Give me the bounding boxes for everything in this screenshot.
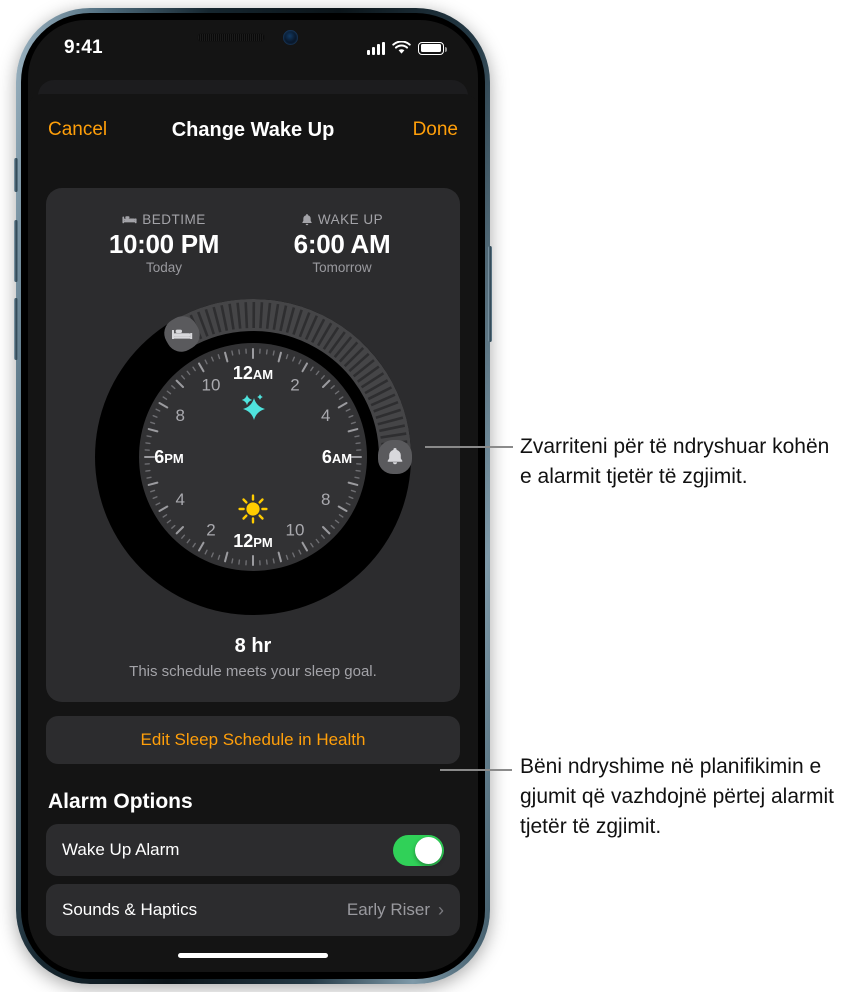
volume-up-button[interactable] — [14, 220, 18, 282]
wakeup-block[interactable]: WAKE UP 6:00 AM Tomorrow — [282, 212, 402, 275]
svg-text:4: 4 — [176, 490, 185, 509]
sleep-duration: 8 hr — [234, 635, 272, 658]
callout-leader-line-2 — [440, 769, 512, 771]
callout-leader-line-1 — [425, 446, 513, 448]
svg-text:2: 2 — [206, 521, 215, 540]
toggle-knob — [415, 836, 442, 864]
sounds-haptics-value: Early Riser — [346, 900, 430, 920]
sheet-navbar: Cancel Change Wake Up Done — [28, 94, 478, 166]
iphone-device: 9:41 Cancel Change Wake Up Done BEDTIME … — [14, 8, 492, 984]
wake-up-alarm-toggle[interactable] — [393, 834, 444, 866]
bedtime-value: 10:00 PM — [108, 229, 220, 259]
wake-up-alarm-label: Wake Up Alarm — [62, 840, 180, 860]
cancel-button[interactable]: Cancel — [48, 119, 107, 141]
sounds-haptics-row[interactable]: Sounds & Haptics Early Riser › — [46, 884, 460, 937]
wakeup-header: WAKE UP — [282, 212, 402, 227]
svg-text:8: 8 — [321, 490, 330, 509]
edit-sleep-schedule-button[interactable]: Edit Sleep Schedule in Health — [46, 716, 460, 765]
sleep-goal-message: This schedule meets your sleep goal. — [129, 663, 377, 681]
wake-up-alarm-row[interactable]: Wake Up Alarm — [46, 824, 460, 877]
edit-sleep-schedule-label: Edit Sleep Schedule in Health — [140, 730, 366, 750]
battery-icon — [418, 41, 447, 55]
chevron-right-icon: › — [438, 899, 444, 920]
bedtime-block[interactable]: BEDTIME 10:00 PM Today — [104, 212, 224, 275]
wakeup-day: Tomorrow — [312, 260, 372, 276]
change-wake-up-sheet: Cancel Change Wake Up Done BEDTIME 10:00… — [28, 94, 478, 972]
home-indicator[interactable] — [178, 953, 328, 958]
bedtime-label: BEDTIME — [142, 212, 206, 227]
sleep-schedule-dial[interactable]: 12AM246AM81012PM246PM810 — [79, 283, 427, 631]
status-bar-time: 9:41 — [64, 37, 103, 58]
wakeup-handle[interactable] — [378, 440, 412, 475]
volume-down-button[interactable] — [14, 298, 18, 360]
wakeup-value: 6:00 AM — [293, 229, 391, 259]
sleep-goal-block: 8 hr This schedule meets your sleep goal… — [46, 635, 460, 680]
sleep-dial-wrap: 12AM 2 4 6AM 8 10 12PM 2 4 6PM 8 10 — [46, 283, 460, 631]
wakeup-label: WAKE UP — [317, 212, 384, 227]
phone-screen: 9:41 Cancel Change Wake Up Done BEDTIME … — [28, 20, 478, 972]
power-button[interactable] — [488, 246, 492, 342]
status-bar-indicators — [367, 41, 447, 55]
silence-switch[interactable] — [14, 158, 18, 192]
signal-bars-icon — [367, 41, 385, 55]
svg-text:2: 2 — [290, 375, 299, 394]
svg-text:10: 10 — [202, 375, 221, 394]
svg-text:4: 4 — [321, 406, 330, 425]
status-bar: 9:41 — [28, 20, 478, 72]
sleep-schedule-card: BEDTIME 10:00 PM Today WAKE UP 6:00 AM T… — [46, 188, 460, 703]
svg-text:10: 10 — [286, 521, 305, 540]
wifi-icon — [392, 41, 411, 54]
bed-icon — [122, 214, 137, 225]
bedtime-header: BEDTIME — [104, 212, 224, 227]
callout-text-2: Bëni ndryshime në planifikimin e gjumit … — [520, 755, 834, 838]
times-row: BEDTIME 10:00 PM Today WAKE UP 6:00 AM T… — [46, 206, 460, 277]
svg-text:8: 8 — [176, 406, 185, 425]
sounds-haptics-label: Sounds & Haptics — [62, 900, 198, 920]
bedtime-day: Today — [145, 260, 183, 276]
bell-icon — [301, 213, 313, 226]
done-button[interactable]: Done — [413, 119, 458, 141]
alarm-options-title: Alarm Options — [48, 790, 193, 814]
callout-text-1: Zvarriteni për të ndryshuar kohën e alar… — [520, 435, 830, 488]
